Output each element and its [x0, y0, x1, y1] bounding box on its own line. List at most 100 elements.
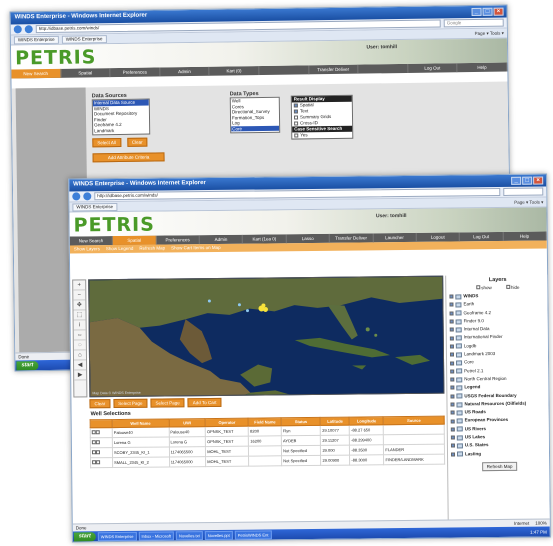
- list-item[interactable]: Core: [231, 125, 280, 132]
- nav-preferences[interactable]: Preferences: [156, 235, 200, 245]
- browser-tab[interactable]: WINDS Enterprise: [72, 202, 118, 211]
- layer-checkbox[interactable]: [449, 327, 454, 332]
- maximize-button[interactable]: □: [522, 176, 533, 185]
- nav-admin[interactable]: Admin: [199, 234, 244, 245]
- clear-button[interactable]: Clear: [126, 137, 148, 147]
- checkbox[interactable]: [294, 121, 299, 126]
- checkbox[interactable]: [293, 115, 299, 120]
- map-view[interactable]: Map Data © WINDS Enterprise: [88, 275, 445, 398]
- identify-icon[interactable]: i: [73, 320, 86, 331]
- checkbox[interactable]: [294, 133, 299, 138]
- refresh-map-link[interactable]: Refresh Map: [139, 245, 165, 253]
- clear-button[interactable]: Clear: [89, 399, 111, 409]
- layer-checkbox[interactable]: [450, 452, 456, 457]
- start-button[interactable]: start: [16, 360, 39, 370]
- layer-checkbox[interactable]: [450, 385, 455, 390]
- nav-new-search[interactable]: New Search: [11, 68, 62, 79]
- add-attribute-criteria-button[interactable]: Add Attribute Criteria: [92, 152, 165, 163]
- close-button[interactable]: ×: [533, 176, 544, 185]
- list-item[interactable]: Landmark: [93, 127, 149, 133]
- layer-checkbox[interactable]: [450, 419, 455, 424]
- refresh-map-button[interactable]: Refresh Map: [481, 461, 518, 472]
- page-tools-menu[interactable]: Page ▾ Tools ▾: [514, 199, 543, 205]
- back-arrow-icon[interactable]: [13, 25, 22, 34]
- layer-checkbox[interactable]: [449, 311, 454, 316]
- row-checkbox-cell[interactable]: [90, 457, 113, 468]
- nav-logout-alt[interactable]: Logout: [416, 232, 461, 242]
- show-legend-link[interactable]: Show Legend: [106, 245, 134, 253]
- full-extent-icon[interactable]: ⌂: [73, 350, 87, 361]
- row-checkbox-cell[interactable]: [90, 427, 113, 438]
- nav-preferences[interactable]: Preferences: [110, 67, 161, 78]
- nav-spatial[interactable]: Spatial: [60, 68, 111, 78]
- next-view-icon[interactable]: ▶: [74, 370, 87, 381]
- forward-arrow-icon[interactable]: [83, 192, 92, 201]
- nav-blank[interactable]: [259, 65, 309, 76]
- checkbox[interactable]: [95, 440, 100, 445]
- show-cart-items-link[interactable]: Show Cart Items on Map: [171, 244, 221, 253]
- nav-logout[interactable]: Log Out: [408, 63, 458, 73]
- select-page-button[interactable]: Select Page: [113, 398, 148, 409]
- hide-all-toggle[interactable]: hide: [505, 285, 520, 290]
- pan-icon[interactable]: ✥: [73, 300, 86, 311]
- close-button[interactable]: ×: [493, 7, 504, 16]
- maximize-button[interactable]: □: [482, 7, 493, 16]
- taskbar-item[interactable]: Inbox - Microsoft: [138, 530, 175, 541]
- select-icon[interactable]: ⬚: [73, 310, 86, 321]
- nav-spatial[interactable]: Spatial: [113, 235, 157, 246]
- nav-help[interactable]: Help: [457, 62, 508, 73]
- previous-view-icon[interactable]: ◀: [74, 360, 87, 371]
- browser-tab[interactable]: WINDS Enterprise: [61, 34, 107, 44]
- nav-admin[interactable]: Admin: [160, 66, 210, 77]
- option-case-yes[interactable]: Yes: [292, 132, 352, 139]
- zoom-in-icon[interactable]: +: [73, 280, 86, 291]
- search-box[interactable]: [503, 187, 544, 196]
- start-button[interactable]: start: [73, 531, 96, 541]
- checkbox[interactable]: [95, 430, 100, 435]
- measure-icon[interactable]: ⇔: [73, 330, 86, 341]
- nav-transfer[interactable]: Transfer Deliver: [329, 233, 374, 243]
- minimize-button[interactable]: _: [511, 176, 522, 185]
- layer-checkbox[interactable]: [449, 336, 454, 341]
- nav-new-search[interactable]: New Search: [69, 236, 114, 246]
- layer-checkbox[interactable]: [449, 319, 454, 324]
- layer-checkbox[interactable]: [450, 427, 455, 432]
- layer-checkbox[interactable]: [449, 302, 454, 307]
- show-layers-link[interactable]: Show Layers: [74, 245, 100, 253]
- zoom-level[interactable]: 100%: [535, 521, 547, 526]
- forward-arrow-icon[interactable]: [24, 25, 33, 34]
- nav-blank[interactable]: [358, 63, 409, 74]
- layer-checkbox[interactable]: [450, 377, 455, 382]
- browser-tab[interactable]: WINDS Enterprise: [13, 35, 59, 44]
- row-checkbox-cell[interactable]: [90, 437, 113, 448]
- nav-help[interactable]: Help: [503, 231, 547, 241]
- taskbar-item[interactable]: PetrisWINDS Ent: [234, 529, 272, 540]
- nav-kart[interactable]: Kart (1ea 0): [243, 234, 287, 244]
- row-checkbox-cell[interactable]: [90, 447, 113, 458]
- checkbox[interactable]: [293, 109, 298, 114]
- data-sources-list[interactable]: Internal Data Source WINDS Document Repo…: [91, 98, 151, 136]
- grid-header[interactable]: [90, 419, 113, 428]
- checkbox[interactable]: [95, 450, 100, 455]
- layer-checkbox[interactable]: [449, 294, 454, 299]
- search-box[interactable]: Google: [443, 18, 504, 28]
- nav-logout[interactable]: Log Out: [459, 231, 504, 242]
- checkbox[interactable]: [96, 460, 101, 465]
- checkbox[interactable]: [293, 103, 298, 108]
- nav-kart[interactable]: Kart (0): [209, 66, 260, 76]
- select-all-button[interactable]: Select All: [92, 137, 121, 148]
- taskbar-item[interactable]: Novelles.txt: [175, 530, 203, 540]
- lasso-icon[interactable]: ◌: [73, 340, 86, 351]
- layer-checkbox[interactable]: [449, 344, 454, 349]
- zoom-out-icon[interactable]: −: [73, 290, 86, 301]
- layer-checkbox[interactable]: [450, 410, 455, 415]
- layer-checkbox[interactable]: [450, 369, 455, 374]
- layer-checkbox[interactable]: [449, 352, 454, 357]
- layer-checkbox[interactable]: [450, 435, 455, 440]
- nav-launcher[interactable]: Launcher: [373, 232, 417, 243]
- layer-checkbox[interactable]: [450, 443, 455, 449]
- taskbar-item[interactable]: WINDS Enterprise: [97, 531, 137, 541]
- select-page-button[interactable]: Select Page: [150, 398, 185, 408]
- layer-checkbox[interactable]: [450, 402, 455, 407]
- layer-checkbox[interactable]: [450, 361, 455, 366]
